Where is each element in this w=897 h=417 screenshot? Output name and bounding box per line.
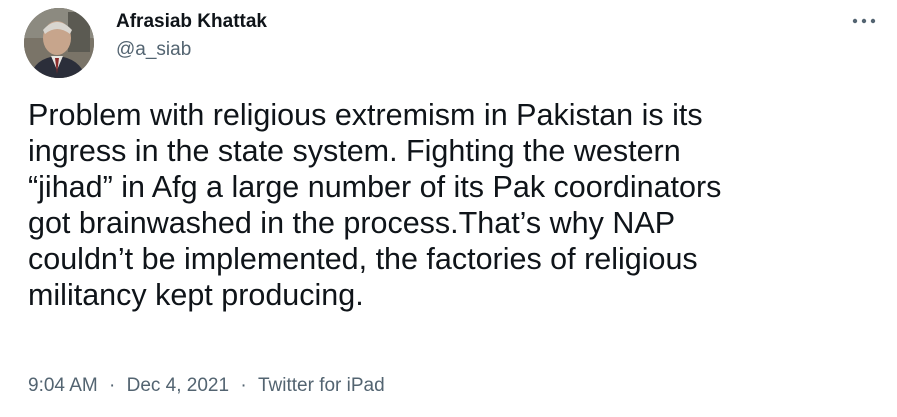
tweet-time[interactable]: 9:04 AM: [28, 373, 98, 399]
avatar-image: [24, 8, 94, 78]
author-display-name[interactable]: Afrasiab Khattak: [116, 10, 267, 34]
more-options-button[interactable]: [847, 10, 881, 32]
meta-separator: ·: [109, 375, 116, 396]
author-handle[interactable]: @a_siab: [116, 38, 267, 62]
tweet-date[interactable]: Dec 4, 2021: [127, 373, 229, 399]
tweet-metadata: 9:04 AM · Dec 4, 2021 · Twitter for iPad: [28, 373, 385, 399]
more-options-icon: [852, 18, 876, 24]
avatar[interactable]: [24, 8, 94, 78]
meta-separator: ·: [240, 375, 247, 396]
tweet-text: Problem with religious extremism in Paki…: [28, 98, 722, 312]
tweet: Afrasiab Khattak @a_siab Problem with re…: [0, 0, 897, 417]
author-block: Afrasiab Khattak @a_siab: [116, 10, 267, 62]
tweet-source[interactable]: Twitter for iPad: [258, 373, 385, 399]
